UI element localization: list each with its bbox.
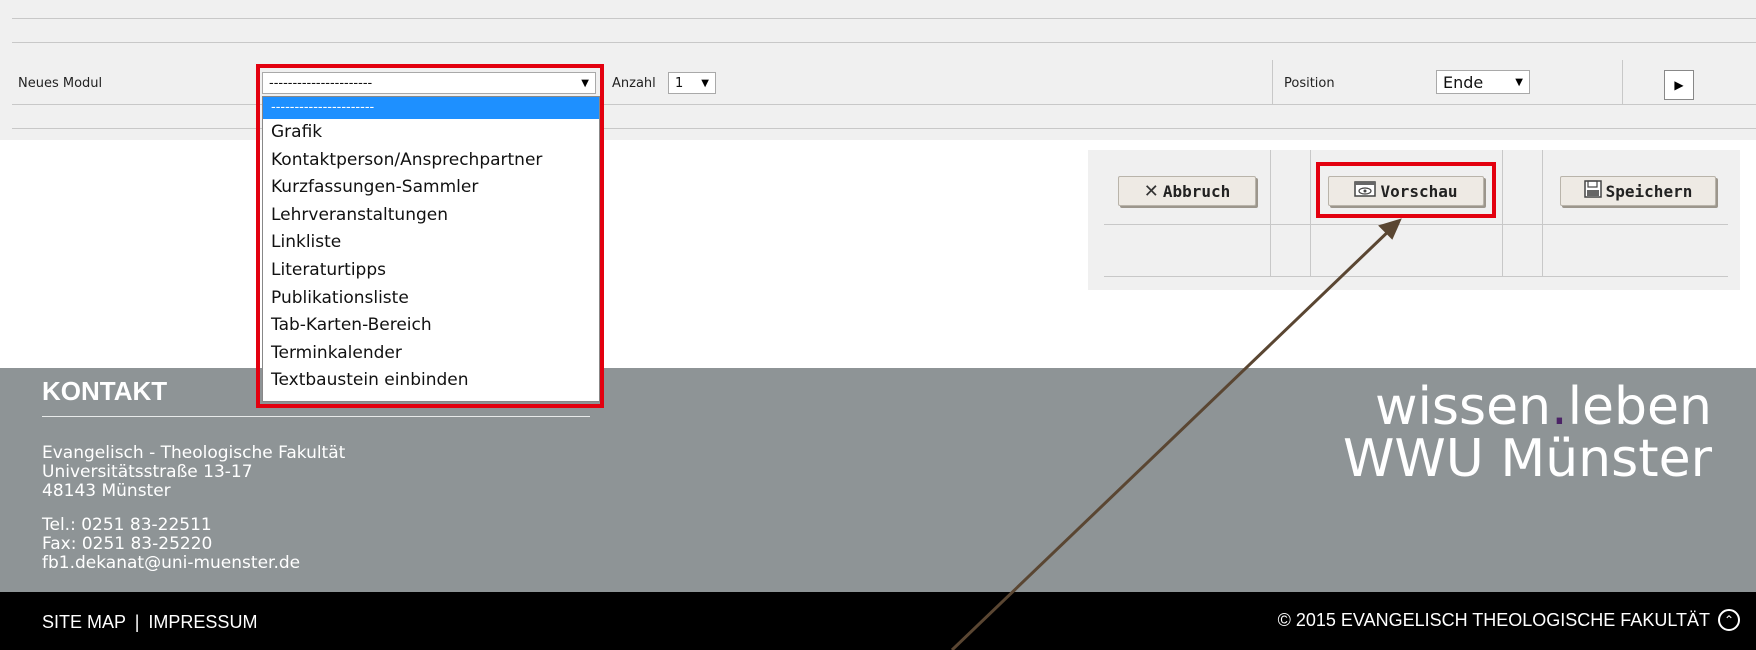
save-icon	[1583, 179, 1602, 203]
divider	[1310, 150, 1311, 276]
divider	[12, 18, 1756, 19]
dropdown-arrow-icon: ▼	[1515, 76, 1523, 88]
scroll-up-icon[interactable]: ⌃	[1718, 609, 1740, 631]
divider	[1104, 276, 1728, 277]
anzahl-label: Anzahl	[612, 76, 656, 91]
dropdown-arrow-icon: ▼	[701, 77, 709, 89]
divider	[1272, 60, 1273, 104]
go-button[interactable]: ▶	[1664, 70, 1694, 100]
position-select[interactable]: Ende ▼	[1436, 70, 1530, 94]
abbruch-label: Abbruch	[1162, 181, 1231, 201]
play-icon: ▶	[1674, 78, 1684, 92]
impressum-link[interactable]: IMPRESSUM	[148, 612, 257, 632]
brand-word: leben	[1567, 377, 1712, 437]
divider	[1622, 60, 1623, 104]
brand-word: wissen	[1374, 377, 1552, 437]
brand-wwu: WWU Münster	[1342, 429, 1712, 489]
link-separator: |	[134, 612, 140, 632]
dropdown-highlight	[256, 64, 604, 408]
address-line: 48143 Münster	[42, 481, 171, 501]
fax-line: Fax: 0251 83-25220	[42, 534, 213, 554]
address-line: Universitätsstraße 13-17	[42, 462, 253, 482]
abbruch-button[interactable]: ✕ Abbruch	[1118, 176, 1256, 206]
brand-logo: wissen.leben	[1375, 380, 1712, 434]
bottom-bar: SITE MAP | IMPRESSUM © 2015 EVANGELISCH …	[0, 592, 1756, 650]
email-link[interactable]: fb1.dekanat@uni-muenster.de	[42, 554, 300, 573]
close-icon: ✕	[1143, 180, 1159, 202]
position-value: Ende	[1443, 72, 1484, 92]
kontakt-divider	[42, 416, 590, 417]
anzahl-value: 1	[675, 75, 684, 91]
kontakt-title: KONTAKT	[42, 376, 168, 406]
position-label: Position	[1284, 76, 1335, 91]
divider	[1542, 150, 1543, 276]
tel-line: Tel.: 0251 83-22511	[42, 515, 212, 535]
divider	[1502, 150, 1503, 276]
speichern-button[interactable]: Speichern	[1560, 176, 1716, 206]
divider	[1104, 224, 1728, 225]
brand-dot: .	[1551, 377, 1568, 437]
neues-modul-label: Neues Modul	[18, 76, 103, 91]
speichern-label: Speichern	[1605, 181, 1693, 201]
copyright: © 2015 EVANGELISCH THEOLOGISCHE FAKULTÄT…	[1278, 609, 1740, 631]
copyright-text: © 2015 EVANGELISCH THEOLOGISCHE FAKULTÄT	[1277, 609, 1710, 630]
site-map-link[interactable]: SITE MAP	[42, 612, 126, 632]
bottom-links: SITE MAP | IMPRESSUM	[42, 612, 257, 633]
vorschau-highlight	[1316, 162, 1496, 218]
divider	[1270, 150, 1271, 276]
divider	[12, 42, 1756, 43]
address-line: Evangelisch - Theologische Fakultät	[42, 443, 346, 463]
anzahl-select[interactable]: 1 ▼	[668, 72, 716, 94]
